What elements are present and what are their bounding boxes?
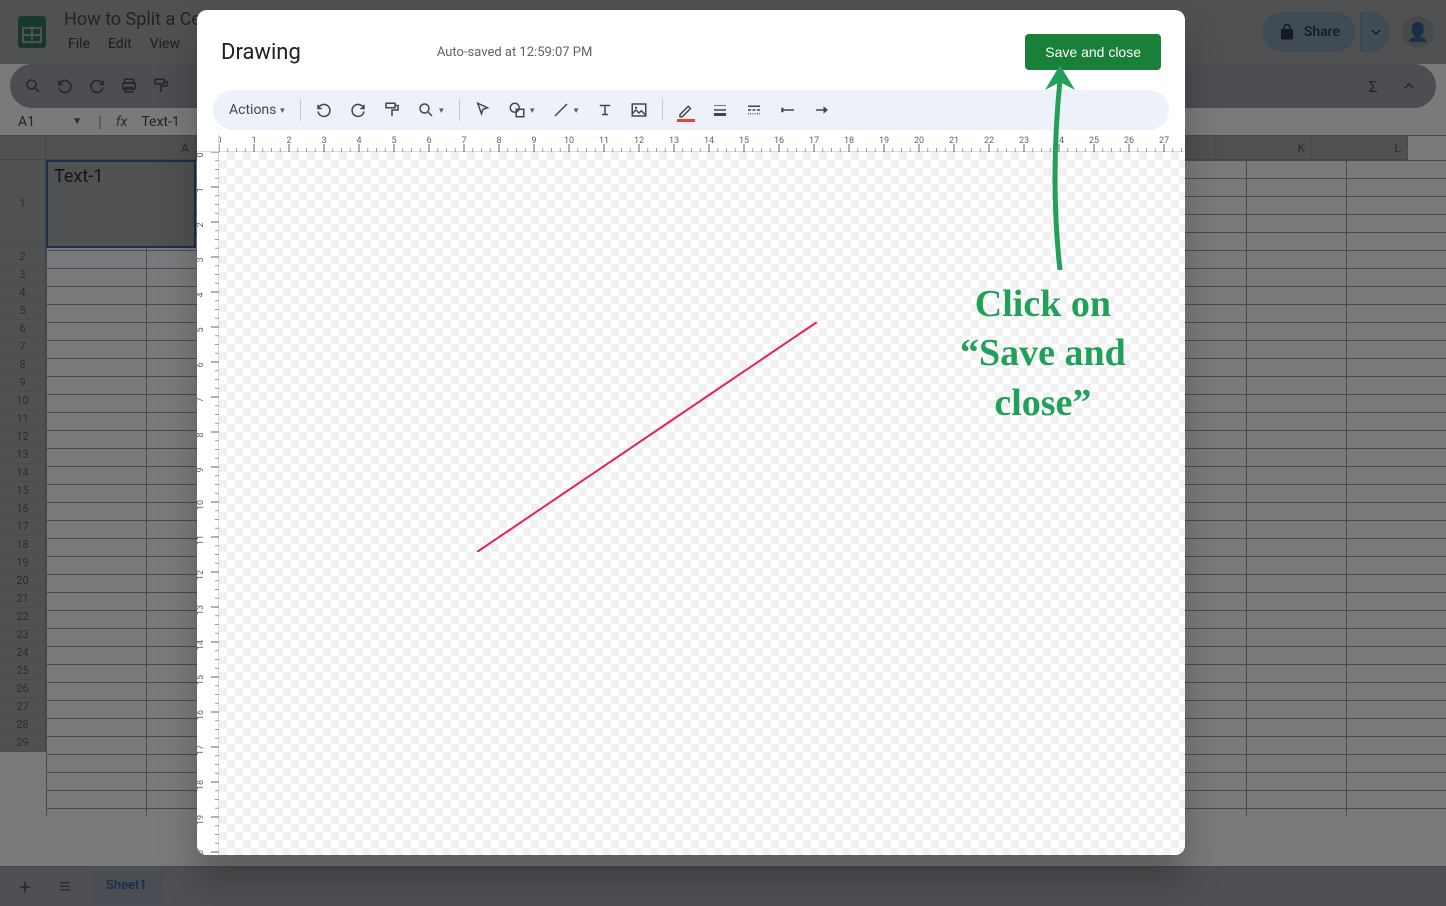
- svg-text:6: 6: [426, 136, 431, 146]
- text-box-tool[interactable]: [590, 95, 620, 125]
- svg-text:1: 1: [251, 136, 256, 146]
- svg-text:9: 9: [531, 136, 536, 146]
- svg-text:8: 8: [496, 136, 501, 146]
- border-color-button[interactable]: [671, 95, 701, 125]
- svg-text:16: 16: [197, 710, 206, 720]
- svg-text:26: 26: [1124, 136, 1134, 146]
- svg-text:1: 1: [197, 187, 206, 192]
- svg-text:11: 11: [599, 136, 609, 146]
- drawing-toolbar: Actions▼ ▼ ▼ ▼: [213, 90, 1169, 130]
- svg-text:11: 11: [197, 535, 206, 545]
- ruler-corner: [197, 134, 219, 152]
- svg-text:5: 5: [197, 327, 206, 332]
- actions-menu[interactable]: Actions▼: [223, 95, 292, 125]
- border-dash-button[interactable]: [739, 95, 769, 125]
- svg-text:0: 0: [219, 136, 222, 146]
- svg-text:17: 17: [197, 745, 206, 755]
- redo-button[interactable]: [343, 95, 373, 125]
- svg-text:14: 14: [197, 640, 206, 650]
- svg-text:18: 18: [197, 780, 206, 790]
- undo-button[interactable]: [309, 95, 339, 125]
- svg-text:3: 3: [321, 136, 326, 146]
- svg-text:14: 14: [704, 136, 714, 146]
- border-weight-button[interactable]: [705, 95, 735, 125]
- annotation-arrow: [1030, 60, 1110, 280]
- svg-text:7: 7: [197, 397, 206, 402]
- svg-text:3: 3: [197, 257, 206, 262]
- svg-text:22: 22: [984, 136, 994, 146]
- drawn-diagonal-line[interactable]: [477, 322, 817, 552]
- svg-text:10: 10: [197, 500, 206, 510]
- svg-text:23: 23: [1019, 136, 1029, 146]
- svg-text:12: 12: [634, 136, 644, 146]
- svg-text:0: 0: [197, 152, 206, 157]
- svg-text:12: 12: [197, 570, 206, 580]
- svg-text:4: 4: [356, 136, 361, 146]
- svg-text:27: 27: [1159, 136, 1169, 146]
- svg-text:17: 17: [809, 136, 819, 146]
- actions-label: Actions: [229, 102, 276, 118]
- svg-text:4: 4: [197, 292, 206, 297]
- svg-text:18: 18: [844, 136, 854, 146]
- svg-text:15: 15: [197, 675, 206, 685]
- vertical-ruler: 01234567891011121314151617181920: [197, 152, 219, 855]
- svg-text:2: 2: [286, 136, 291, 146]
- svg-text:7: 7: [461, 136, 466, 146]
- svg-text:6: 6: [197, 362, 206, 367]
- dialog-title: Drawing: [221, 40, 301, 65]
- svg-text:2: 2: [197, 222, 206, 227]
- svg-text:21: 21: [949, 136, 959, 146]
- svg-text:10: 10: [564, 136, 574, 146]
- zoom-button[interactable]: ▼: [411, 95, 451, 125]
- line-start-button[interactable]: [773, 95, 803, 125]
- select-tool[interactable]: [468, 95, 498, 125]
- svg-text:16: 16: [774, 136, 784, 146]
- line-tool[interactable]: ▼: [546, 95, 586, 125]
- svg-text:9: 9: [197, 467, 206, 472]
- svg-text:15: 15: [739, 136, 749, 146]
- svg-text:19: 19: [879, 136, 889, 146]
- svg-text:5: 5: [391, 136, 396, 146]
- svg-text:13: 13: [197, 605, 206, 615]
- image-tool[interactable]: [624, 95, 654, 125]
- shape-tool[interactable]: ▼: [502, 95, 542, 125]
- paint-format-button[interactable]: [377, 95, 407, 125]
- svg-text:13: 13: [669, 136, 679, 146]
- autosave-status: Auto-saved at 12:59:07 PM: [437, 45, 593, 60]
- svg-text:8: 8: [197, 432, 206, 437]
- svg-text:20: 20: [197, 850, 206, 855]
- svg-text:19: 19: [197, 815, 206, 825]
- svg-text:20: 20: [914, 136, 924, 146]
- line-end-button[interactable]: [807, 95, 837, 125]
